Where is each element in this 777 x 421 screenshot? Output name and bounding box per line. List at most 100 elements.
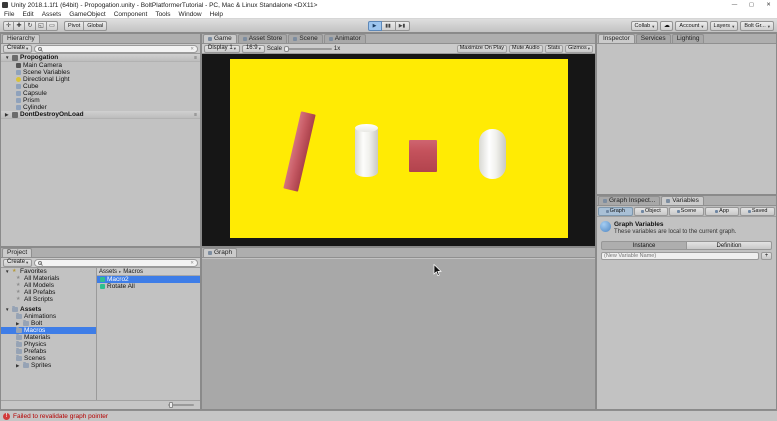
slider-knob[interactable] (169, 402, 173, 408)
subtab-scene[interactable]: Scene (669, 207, 704, 216)
display-dropdown[interactable]: Display 1 ▾ (204, 45, 240, 53)
subtab-graph[interactable]: Graph (598, 207, 633, 216)
tab-scene[interactable]: Scene (288, 34, 322, 43)
account-dropdown[interactable]: Account ▾ (675, 21, 707, 31)
hierarchy-search-field[interactable] (44, 45, 188, 52)
hierarchy-create-button[interactable]: Create ▾ (3, 45, 32, 53)
tab-lighting[interactable]: Lighting (672, 34, 705, 43)
scale-slider[interactable] (284, 48, 332, 50)
favorite-all-materials[interactable]: ★ All Materials (1, 275, 96, 282)
subtab-saved[interactable]: Saved (740, 207, 775, 216)
project-search-field[interactable] (44, 259, 188, 266)
hierarchy-item-main-camera[interactable]: Main Camera (1, 62, 200, 69)
menu-component[interactable]: Component (110, 10, 152, 18)
foldout-closed-icon[interactable]: ▶ (5, 112, 10, 118)
tab-variables[interactable]: Variables (661, 196, 704, 205)
hierarchy-search-input[interactable]: ✕ (34, 45, 198, 53)
hierarchy-item-capsule[interactable]: Capsule (1, 90, 200, 97)
new-variable-input[interactable] (601, 252, 759, 260)
pause-button[interactable]: ▮▮ (382, 21, 396, 31)
rect-tool-icon[interactable]: ▭ (47, 21, 58, 31)
tab-asset-store[interactable]: Asset Store (238, 34, 288, 43)
hierarchy-item-directional-light[interactable]: Directional Light (1, 76, 200, 83)
graph-canvas[interactable] (202, 259, 595, 409)
status-bar[interactable]: ! Failed to revalidate graph pointer (0, 410, 777, 421)
move-tool-icon[interactable]: ✚ (14, 21, 25, 31)
cloud-services-button[interactable]: ☁ (660, 21, 673, 31)
folder-macros[interactable]: Macros (1, 327, 96, 334)
assets-root[interactable]: ▼ Assets (1, 306, 96, 313)
maximize-button[interactable]: ▢ (743, 0, 760, 10)
tab-game[interactable]: Game (203, 34, 237, 43)
menu-help[interactable]: Help (206, 10, 227, 18)
favorite-all-models[interactable]: ★ All Models (1, 282, 96, 289)
file-macro2[interactable]: Macro2 (97, 276, 200, 283)
hierarchy-item-prism[interactable]: Prism (1, 97, 200, 104)
tab-inspector[interactable]: Inspector (598, 34, 635, 43)
step-button[interactable]: ▶▮ (396, 21, 410, 31)
foldout-open-icon[interactable]: ▼ (5, 55, 10, 60)
project-create-button[interactable]: Create ▾ (3, 259, 32, 267)
close-button[interactable]: ✕ (760, 0, 777, 10)
folder-scenes[interactable]: Scenes (1, 355, 96, 362)
tab-hierarchy[interactable]: Hierarchy (2, 34, 40, 43)
folder-materials[interactable]: Materials (1, 334, 96, 341)
subtab-object[interactable]: Object (634, 207, 669, 216)
pivot-toggle-button[interactable]: Pivot (64, 21, 84, 31)
hierarchy-item-scene-variables[interactable]: Scene Variables (1, 69, 200, 76)
folder-physics[interactable]: Physics (1, 341, 96, 348)
scale-tool-icon[interactable]: ◱ (36, 21, 47, 31)
tab-project[interactable]: Project (2, 248, 32, 257)
gizmos-dropdown[interactable]: Gizmos ▾ (565, 45, 593, 53)
definition-tab[interactable]: Definition (687, 241, 772, 250)
tab-services[interactable]: Services (636, 34, 671, 43)
maximize-on-play-button[interactable]: Maximize On Play (457, 45, 507, 53)
hierarchy-item-cylinder[interactable]: Cylinder (1, 104, 200, 111)
hand-tool-icon[interactable]: ✛ (3, 21, 14, 31)
hierarchy-item-cube[interactable]: Cube (1, 83, 200, 90)
menu-assets[interactable]: Assets (38, 10, 66, 18)
layout-dropdown[interactable]: Bolt Gr... ▾ (740, 21, 774, 31)
breadcrumb-macros[interactable]: Macros (123, 269, 143, 275)
scale-slider-knob[interactable] (284, 46, 289, 52)
rotate-tool-icon[interactable]: ↻ (25, 21, 36, 31)
favorite-all-scripts[interactable]: ★ All Scripts (1, 296, 96, 303)
folder-prefabs[interactable]: Prefabs (1, 348, 96, 355)
play-button[interactable]: ▶ (368, 21, 382, 31)
favorite-all-prefabs[interactable]: ★ All Prefabs (1, 289, 96, 296)
foldout-closed-icon[interactable]: ▶ (16, 321, 21, 327)
scene-menu-icon[interactable]: ≡ (194, 112, 197, 118)
scene-menu-icon[interactable]: ≡ (194, 55, 197, 61)
stats-button[interactable]: Stats (545, 45, 564, 53)
menu-window[interactable]: Window (175, 10, 206, 18)
folder-bolt[interactable]: ▶ Bolt (1, 320, 96, 327)
hierarchy-scene-row[interactable]: ▼ Propogation ≡ (1, 54, 200, 62)
menu-file[interactable]: File (0, 10, 18, 18)
subtab-app[interactable]: App (705, 207, 740, 216)
menu-gameobject[interactable]: GameObject (65, 10, 110, 18)
collab-dropdown[interactable]: Collab ▾ (631, 21, 659, 31)
layers-dropdown[interactable]: Layers ▾ (710, 21, 739, 31)
project-search-input[interactable]: ✕ (34, 259, 198, 267)
add-variable-button[interactable]: + (761, 252, 772, 260)
folder-sprites[interactable]: ▶ Sprites (1, 362, 96, 369)
tab-graph[interactable]: Graph (203, 248, 237, 257)
menu-tools[interactable]: Tools (151, 10, 174, 18)
folder-animations[interactable]: Animations (1, 313, 96, 320)
minimize-button[interactable]: — (726, 0, 743, 10)
thumbnail-size-slider[interactable] (168, 404, 194, 406)
menu-edit[interactable]: Edit (18, 10, 37, 18)
mute-audio-button[interactable]: Mute Audio (509, 45, 543, 53)
tab-graph-inspector[interactable]: Graph Inspect... (598, 196, 660, 205)
foldout-open-icon[interactable]: ▼ (5, 307, 10, 312)
clear-search-icon[interactable]: ✕ (190, 260, 194, 266)
favorites-root[interactable]: ▼ ★ Favorites (1, 268, 96, 275)
game-render-area[interactable] (202, 54, 595, 246)
instance-tab[interactable]: Instance (601, 241, 687, 250)
aspect-ratio-dropdown[interactable]: 16:9 ▾ (242, 45, 265, 53)
tab-animator[interactable]: Animator (324, 34, 366, 43)
file-rotate-all[interactable]: Rotate All (97, 283, 200, 290)
hierarchy-dontdestroyonload-row[interactable]: ▶ DontDestroyOnLoad ≡ (1, 111, 200, 119)
clear-search-icon[interactable]: ✕ (190, 46, 194, 52)
global-toggle-button[interactable]: Global (84, 21, 107, 31)
